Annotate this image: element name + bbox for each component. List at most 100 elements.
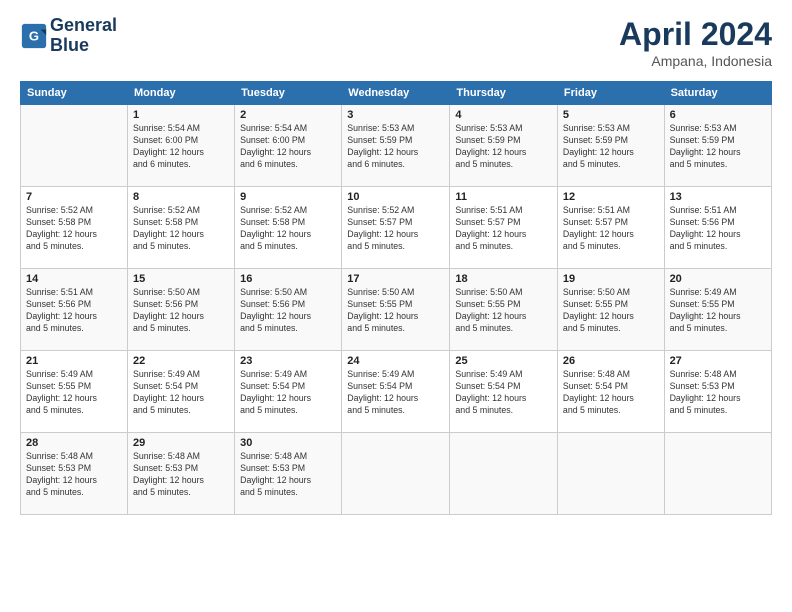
- calendar-header-row: SundayMondayTuesdayWednesdayThursdayFrid…: [21, 82, 772, 105]
- calendar-cell: 20 Sunrise: 5:49 AM Sunset: 5:55 PM Dayli…: [664, 269, 771, 351]
- day-number: 25: [455, 355, 552, 367]
- day-number: 26: [563, 355, 659, 367]
- calendar-header-thursday: Thursday: [450, 82, 558, 105]
- day-number: 11: [455, 191, 552, 203]
- day-info: Sunrise: 5:51 AM Sunset: 5:57 PM Dayligh…: [563, 205, 659, 253]
- calendar-cell: 1 Sunrise: 5:54 AM Sunset: 6:00 PM Daylig…: [128, 105, 235, 187]
- calendar-header-sunday: Sunday: [21, 82, 128, 105]
- calendar-cell: 3Sunrise: 5:53 AM Sunset: 5:59 PM Daylig…: [342, 105, 450, 187]
- calendar-cell: 24Sunrise: 5:49 AM Sunset: 5:54 PM Dayli…: [342, 351, 450, 433]
- day-info: Sunrise: 5:54 AM Sunset: 6:00 PM Dayligh…: [133, 123, 229, 171]
- day-info: Sunrise: 5:51 AM Sunset: 5:56 PM Dayligh…: [26, 287, 122, 335]
- calendar-week-3: 14 Sunrise: 5:51 AM Sunset: 5:56 PM Dayli…: [21, 269, 772, 351]
- day-number: 15: [133, 273, 229, 285]
- day-number: 19: [563, 273, 659, 285]
- day-number: 2: [240, 109, 336, 121]
- day-number: 5: [563, 109, 659, 121]
- day-info: Sunrise: 5:48 AM Sunset: 5:53 PM Dayligh…: [26, 451, 122, 499]
- day-number: 18: [455, 273, 552, 285]
- day-info: Sunrise: 5:52 AM Sunset: 5:57 PM Dayligh…: [347, 205, 444, 253]
- calendar-cell: [450, 433, 558, 515]
- day-info: Sunrise: 5:52 AM Sunset: 5:58 PM Dayligh…: [133, 205, 229, 253]
- day-number: 12: [563, 191, 659, 203]
- day-number: 29: [133, 437, 229, 449]
- day-number: 30: [240, 437, 336, 449]
- day-number: 28: [26, 437, 122, 449]
- day-info: Sunrise: 5:50 AM Sunset: 5:55 PM Dayligh…: [347, 287, 444, 335]
- header: G General Blue April 2024 Ampana, Indone…: [20, 16, 772, 69]
- day-number: 21: [26, 355, 122, 367]
- calendar-table: SundayMondayTuesdayWednesdayThursdayFrid…: [20, 81, 772, 515]
- day-info: Sunrise: 5:53 AM Sunset: 5:59 PM Dayligh…: [455, 123, 552, 171]
- day-info: Sunrise: 5:51 AM Sunset: 5:56 PM Dayligh…: [670, 205, 766, 253]
- day-number: 1: [133, 109, 229, 121]
- calendar-cell: [557, 433, 664, 515]
- day-number: 7: [26, 191, 122, 203]
- day-number: 4: [455, 109, 552, 121]
- calendar-cell: 27Sunrise: 5:48 AM Sunset: 5:53 PM Dayli…: [664, 351, 771, 433]
- calendar-cell: 9Sunrise: 5:52 AM Sunset: 5:58 PM Daylig…: [235, 187, 342, 269]
- day-info: Sunrise: 5:49 AM Sunset: 5:54 PM Dayligh…: [133, 369, 229, 417]
- calendar-cell: 26 Sunrise: 5:48 AM Sunset: 5:54 PM Dayli…: [557, 351, 664, 433]
- day-info: Sunrise: 5:49 AM Sunset: 5:55 PM Dayligh…: [670, 287, 766, 335]
- day-number: 24: [347, 355, 444, 367]
- calendar-header-friday: Friday: [557, 82, 664, 105]
- calendar-cell: 5 Sunrise: 5:53 AM Sunset: 5:59 PM Daylig…: [557, 105, 664, 187]
- calendar-cell: 30Sunrise: 5:48 AM Sunset: 5:53 PM Dayli…: [235, 433, 342, 515]
- calendar-cell: 22 Sunrise: 5:49 AM Sunset: 5:54 PM Dayli…: [128, 351, 235, 433]
- page: G General Blue April 2024 Ampana, Indone…: [0, 0, 792, 612]
- calendar-header-monday: Monday: [128, 82, 235, 105]
- calendar-cell: 2 Sunrise: 5:54 AM Sunset: 6:00 PM Daylig…: [235, 105, 342, 187]
- day-info: Sunrise: 5:50 AM Sunset: 5:55 PM Dayligh…: [455, 287, 552, 335]
- calendar-cell: 21 Sunrise: 5:49 AM Sunset: 5:55 PM Dayli…: [21, 351, 128, 433]
- logo-line2: Blue: [50, 35, 89, 55]
- day-info: Sunrise: 5:48 AM Sunset: 5:54 PM Dayligh…: [563, 369, 659, 417]
- calendar-cell: [21, 105, 128, 187]
- calendar-cell: 19 Sunrise: 5:50 AM Sunset: 5:55 PM Dayli…: [557, 269, 664, 351]
- calendar-cell: 23 Sunrise: 5:49 AM Sunset: 5:54 PM Dayli…: [235, 351, 342, 433]
- day-number: 22: [133, 355, 229, 367]
- day-number: 14: [26, 273, 122, 285]
- day-number: 13: [670, 191, 766, 203]
- calendar-week-1: 1 Sunrise: 5:54 AM Sunset: 6:00 PM Daylig…: [21, 105, 772, 187]
- calendar-header-tuesday: Tuesday: [235, 82, 342, 105]
- title-block: April 2024 Ampana, Indonesia: [619, 16, 772, 69]
- day-number: 10: [347, 191, 444, 203]
- day-number: 3: [347, 109, 444, 121]
- day-info: Sunrise: 5:52 AM Sunset: 5:58 PM Dayligh…: [240, 205, 336, 253]
- location: Ampana, Indonesia: [619, 53, 772, 69]
- calendar-cell: 17 Sunrise: 5:50 AM Sunset: 5:55 PM Dayli…: [342, 269, 450, 351]
- day-info: Sunrise: 5:53 AM Sunset: 5:59 PM Dayligh…: [670, 123, 766, 171]
- day-number: 16: [240, 273, 336, 285]
- day-number: 17: [347, 273, 444, 285]
- logo-icon: G: [20, 22, 48, 50]
- day-number: 20: [670, 273, 766, 285]
- calendar-cell: [342, 433, 450, 515]
- svg-text:G: G: [29, 28, 39, 43]
- day-info: Sunrise: 5:50 AM Sunset: 5:55 PM Dayligh…: [563, 287, 659, 335]
- day-info: Sunrise: 5:49 AM Sunset: 5:54 PM Dayligh…: [240, 369, 336, 417]
- calendar-cell: 12 Sunrise: 5:51 AM Sunset: 5:57 PM Dayli…: [557, 187, 664, 269]
- day-info: Sunrise: 5:54 AM Sunset: 6:00 PM Dayligh…: [240, 123, 336, 171]
- day-info: Sunrise: 5:50 AM Sunset: 5:56 PM Dayligh…: [133, 287, 229, 335]
- day-info: Sunrise: 5:49 AM Sunset: 5:55 PM Dayligh…: [26, 369, 122, 417]
- day-number: 6: [670, 109, 766, 121]
- calendar-header-saturday: Saturday: [664, 82, 771, 105]
- calendar-cell: 11Sunrise: 5:51 AM Sunset: 5:57 PM Dayli…: [450, 187, 558, 269]
- calendar-cell: 18 Sunrise: 5:50 AM Sunset: 5:55 PM Dayli…: [450, 269, 558, 351]
- logo: G General Blue: [20, 16, 117, 56]
- day-number: 27: [670, 355, 766, 367]
- day-info: Sunrise: 5:53 AM Sunset: 5:59 PM Dayligh…: [563, 123, 659, 171]
- calendar-cell: 13 Sunrise: 5:51 AM Sunset: 5:56 PM Dayli…: [664, 187, 771, 269]
- calendar-cell: 4 Sunrise: 5:53 AM Sunset: 5:59 PM Daylig…: [450, 105, 558, 187]
- calendar-header-wednesday: Wednesday: [342, 82, 450, 105]
- calendar-week-4: 21 Sunrise: 5:49 AM Sunset: 5:55 PM Dayli…: [21, 351, 772, 433]
- calendar-cell: 7Sunrise: 5:52 AM Sunset: 5:58 PM Daylig…: [21, 187, 128, 269]
- day-number: 23: [240, 355, 336, 367]
- day-number: 8: [133, 191, 229, 203]
- calendar-cell: 10 Sunrise: 5:52 AM Sunset: 5:57 PM Dayli…: [342, 187, 450, 269]
- calendar-week-2: 7 Sunrise: 5:52 AM Sunset: 5:58 PM Daylig…: [21, 187, 772, 269]
- calendar-week-5: 28 Sunrise: 5:48 AM Sunset: 5:53 PM Dayli…: [21, 433, 772, 515]
- calendar-cell: 16Sunrise: 5:50 AM Sunset: 5:56 PM Dayli…: [235, 269, 342, 351]
- calendar-cell: 8 Sunrise: 5:52 AM Sunset: 5:58 PM Daylig…: [128, 187, 235, 269]
